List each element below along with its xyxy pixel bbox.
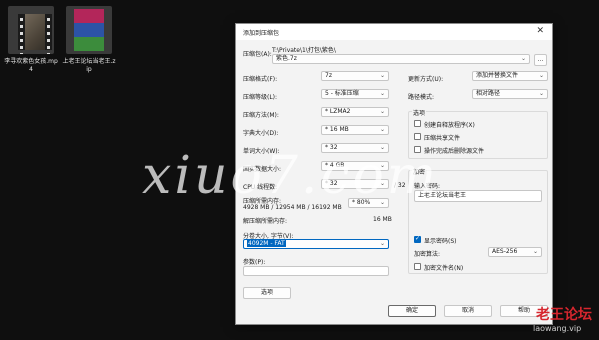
video-file-icon xyxy=(8,6,54,54)
brand-logo: 老王论坛 xyxy=(536,307,592,323)
pathmode-value: 相对路径 xyxy=(476,90,501,97)
level-select[interactable]: 5 - 标准压缩 ⌄ xyxy=(321,89,389,99)
dict-value: * 16 MB xyxy=(325,126,349,133)
params-input[interactable] xyxy=(243,266,389,276)
options-button[interactable]: 选项 xyxy=(243,287,291,299)
desktop-file-video[interactable]: 李寻欢紫色女孩.mp4 xyxy=(4,6,58,74)
method-select[interactable]: * LZMA2 ⌄ xyxy=(321,107,389,117)
watermark-text: xiuo7.com xyxy=(142,146,440,206)
desktop-file-label: 上老王论坛当老王.zip xyxy=(62,58,116,73)
level-value: 5 - 标准压缩 xyxy=(325,90,359,97)
desktop-file-archive[interactable]: 上老王论坛当老王.zip xyxy=(62,6,116,74)
level-label: 压缩等级(L): xyxy=(243,94,278,101)
volume-combo[interactable]: 4092M - FAT ⌄ xyxy=(243,239,389,249)
method-value: * LZMA2 xyxy=(325,108,351,115)
chevron-down-icon: ⌄ xyxy=(520,55,526,62)
chevron-down-icon: ⌄ xyxy=(538,90,544,97)
archive-name-combo[interactable]: 紫色.7z ⌄ xyxy=(272,54,530,64)
method-label: 压缩方法(M): xyxy=(243,112,279,119)
encrypt-names-checkbox[interactable] xyxy=(414,263,421,270)
encrypt-method-select[interactable]: AES-256 ⌄ xyxy=(488,247,542,257)
desktop-file-label: 李寻欢紫色女孩.mp4 xyxy=(4,58,58,73)
winrar-archive-icon xyxy=(66,6,112,54)
chevron-down-icon: ⌄ xyxy=(379,72,385,79)
sfx-label: 创建自释放程序(X) xyxy=(424,122,475,129)
format-select[interactable]: 7z ⌄ xyxy=(321,71,389,81)
chevron-down-icon: ⌄ xyxy=(379,90,385,97)
pathmode-label: 路径模式: xyxy=(408,94,435,101)
decomp-label: 解压缩所需内存: xyxy=(243,218,288,225)
update-select[interactable]: 添加并替换文件 ⌄ xyxy=(472,71,548,81)
dict-label: 字典大小(D): xyxy=(243,130,279,137)
sfx-checkbox[interactable] xyxy=(414,120,421,127)
archive-path-hint: T:\Private\1\打包\紫色\ xyxy=(272,47,336,54)
pathmode-select[interactable]: 相对路径 ⌄ xyxy=(472,89,548,99)
format-value: 7z xyxy=(325,72,332,79)
cancel-button[interactable]: 取消 xyxy=(444,305,492,317)
encrypt-names-label: 加密文件名(N) xyxy=(424,265,464,272)
show-password-checkbox[interactable] xyxy=(414,235,421,243)
close-icon[interactable]: ✕ xyxy=(536,26,544,36)
chevron-down-icon: ⌄ xyxy=(532,248,538,255)
brand-url: laowang.vip xyxy=(533,324,582,333)
shared-checkbox[interactable] xyxy=(414,133,421,140)
chevron-down-icon: ⌄ xyxy=(379,126,385,133)
update-label: 更新方式(U): xyxy=(408,76,444,83)
archive-name-value: 紫色.7z xyxy=(276,55,297,62)
browse-button[interactable]: ... xyxy=(534,54,547,66)
encrypt-method-value: AES-256 xyxy=(492,248,518,255)
ok-button[interactable]: 确定 xyxy=(388,305,436,317)
volume-value: 4092M - FAT xyxy=(247,240,286,247)
chevron-down-icon: ⌄ xyxy=(379,108,385,115)
dict-select[interactable]: * 16 MB ⌄ xyxy=(321,125,389,135)
encrypt-method-label: 加密算法: xyxy=(414,251,441,258)
params-label: 参数(P): xyxy=(243,259,266,266)
shared-label: 压缩共享文件 xyxy=(424,135,461,142)
format-label: 压缩格式(F): xyxy=(243,76,278,83)
options-group-title: 选项 xyxy=(412,108,427,117)
dialog-title: 添加到压缩包 xyxy=(243,30,280,37)
chevron-down-icon: ⌄ xyxy=(379,240,385,247)
archive-label: 压缩包(A): xyxy=(243,51,272,58)
decomp-value: 16 MB xyxy=(373,216,392,223)
chevron-down-icon: ⌄ xyxy=(538,72,544,79)
dialog-titlebar[interactable]: 添加到压缩包 ✕ xyxy=(236,24,552,40)
show-password-label: 显示密码(S) xyxy=(424,238,457,245)
update-value: 添加并替换文件 xyxy=(476,72,519,79)
